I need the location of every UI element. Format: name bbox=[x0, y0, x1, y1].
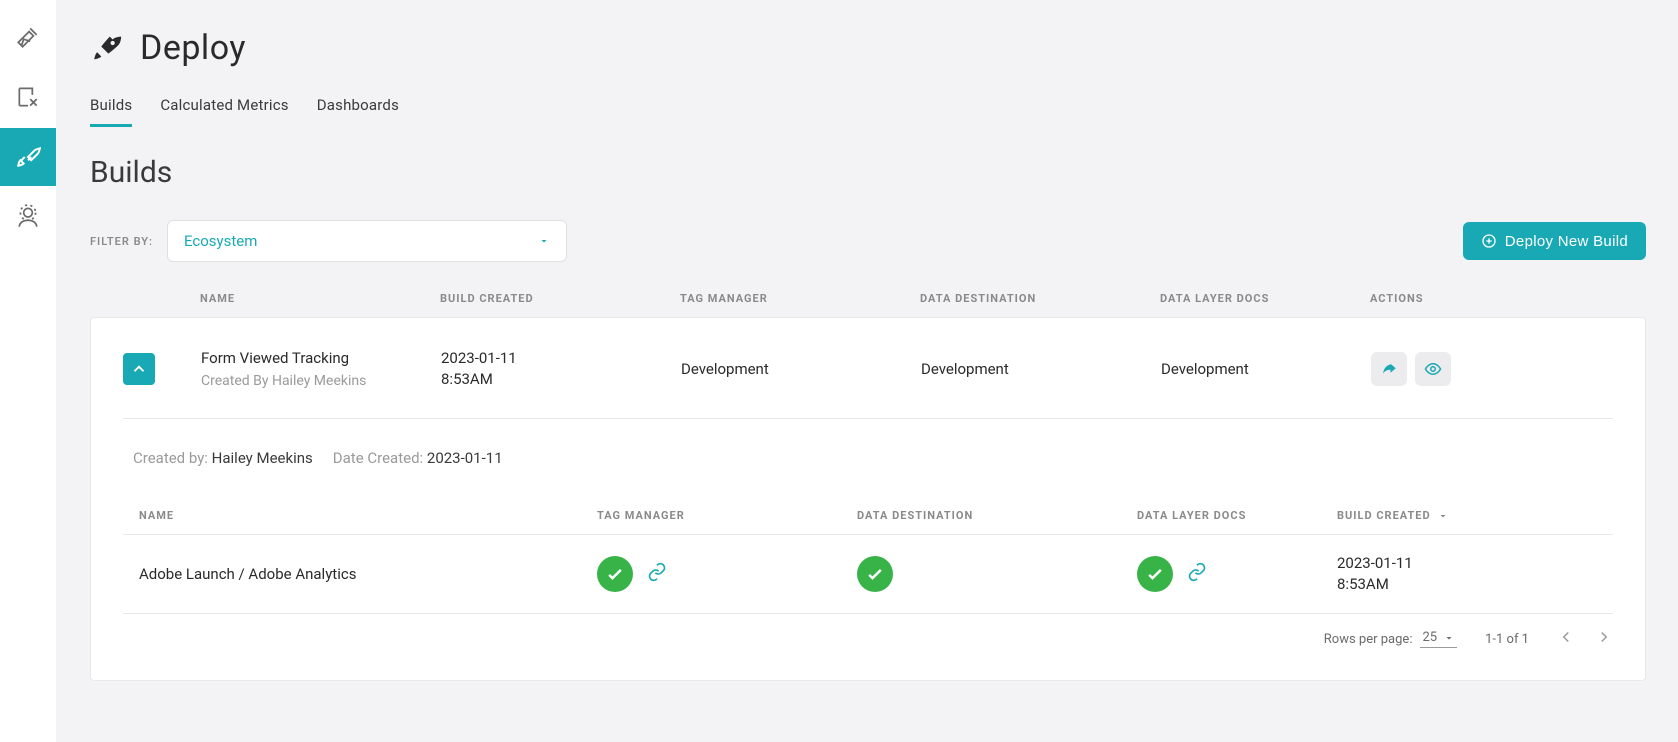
col-actions: ACTIONS bbox=[1370, 292, 1646, 305]
sidebar-item-design[interactable] bbox=[0, 8, 56, 66]
date-created-value: 2023-01-11 bbox=[427, 449, 503, 467]
caret-down-icon bbox=[538, 232, 550, 251]
build-data-destination: Development bbox=[921, 359, 1161, 380]
toolbar: FILTER BY: Ecosystem Deploy New Build bbox=[90, 220, 1646, 262]
created-by-label: Created by: bbox=[133, 449, 208, 467]
expand-toggle-button[interactable] bbox=[123, 353, 155, 385]
subcol-build-created[interactable]: BUILD CREATED bbox=[1337, 509, 1597, 522]
rocket-icon bbox=[15, 144, 41, 170]
next-page-button[interactable] bbox=[1595, 628, 1613, 650]
share-icon bbox=[1380, 360, 1398, 378]
sidebar-item-edit[interactable] bbox=[0, 68, 56, 126]
chevron-left-icon bbox=[1557, 628, 1575, 646]
subtable-row: Adobe Launch / Adobe Analytics bbox=[123, 535, 1613, 614]
tabs: Builds Calculated Metrics Dashboards bbox=[90, 96, 1646, 127]
edit-document-icon bbox=[15, 84, 41, 110]
subtable-header: NAME TAG MANAGER DATA DESTINATION DATA L… bbox=[123, 497, 1613, 535]
subcol-name: NAME bbox=[139, 509, 597, 522]
deploy-button-label: Deploy New Build bbox=[1505, 233, 1628, 250]
link-icon bbox=[1187, 562, 1207, 582]
page-title: Deploy bbox=[140, 28, 246, 68]
main-content: Deploy Builds Calculated Metrics Dashboa… bbox=[56, 0, 1678, 742]
status-check bbox=[1137, 556, 1173, 592]
table-row: Form Viewed Tracking Created By Hailey M… bbox=[123, 318, 1613, 419]
build-created-at: 2023-01-11 8:53AM bbox=[441, 348, 681, 390]
build-data-layer-docs: Development bbox=[1161, 359, 1371, 380]
build-details-meta: Created by: Hailey Meekins Date Created:… bbox=[123, 419, 1613, 497]
check-icon bbox=[605, 564, 625, 584]
date-created-label: Date Created: bbox=[333, 449, 423, 467]
rows-per-page-label: Rows per page: bbox=[1324, 632, 1413, 647]
pagination-range: 1-1 of 1 bbox=[1485, 632, 1529, 647]
sidebar-item-deploy[interactable] bbox=[0, 128, 56, 186]
chevron-up-icon bbox=[130, 360, 148, 378]
actions-cell bbox=[1371, 352, 1613, 386]
sub-tag-manager-cell bbox=[597, 556, 857, 592]
filter-ecosystem-select[interactable]: Ecosystem bbox=[167, 220, 567, 262]
sub-row-name: Adobe Launch / Adobe Analytics bbox=[139, 565, 597, 583]
sidebar bbox=[0, 0, 56, 742]
page-header: Deploy bbox=[90, 28, 1646, 68]
filter-row: FILTER BY: Ecosystem bbox=[90, 220, 567, 262]
build-tag-manager: Development bbox=[681, 359, 921, 380]
sub-data-destination-cell bbox=[857, 556, 1137, 592]
docs-link[interactable] bbox=[1187, 562, 1207, 586]
tab-dashboards[interactable]: Dashboards bbox=[317, 96, 399, 127]
col-data-destination: DATA DESTINATION bbox=[920, 292, 1160, 305]
eye-icon bbox=[1424, 360, 1442, 378]
tag-manager-link[interactable] bbox=[647, 562, 667, 586]
link-icon bbox=[647, 562, 667, 582]
pencil-ruler-icon bbox=[15, 24, 41, 50]
pager-controls bbox=[1557, 628, 1613, 650]
pagination: Rows per page: 25 1-1 of 1 bbox=[123, 614, 1613, 650]
check-icon bbox=[865, 564, 885, 584]
status-check bbox=[857, 556, 893, 592]
rocket-icon bbox=[90, 31, 124, 65]
caret-down-icon bbox=[1443, 632, 1455, 644]
build-created-by: Created By Hailey Meekins bbox=[201, 373, 441, 389]
share-button[interactable] bbox=[1371, 352, 1407, 386]
col-build-created: BUILD CREATED bbox=[440, 292, 680, 305]
col-data-layer-docs: DATA LAYER DOCS bbox=[1160, 292, 1370, 305]
filter-value: Ecosystem bbox=[184, 232, 257, 250]
prev-page-button[interactable] bbox=[1557, 628, 1575, 650]
status-check bbox=[597, 556, 633, 592]
build-name: Form Viewed Tracking bbox=[201, 349, 441, 367]
section-title: Builds bbox=[90, 155, 1646, 190]
tab-calculated-metrics[interactable]: Calculated Metrics bbox=[160, 96, 288, 127]
view-button[interactable] bbox=[1415, 352, 1451, 386]
subcol-tag-manager: TAG MANAGER bbox=[597, 509, 857, 522]
rows-per-page: Rows per page: 25 bbox=[1324, 630, 1457, 648]
chevron-right-icon bbox=[1595, 628, 1613, 646]
rows-per-page-select[interactable]: 25 bbox=[1420, 630, 1457, 648]
deploy-new-build-button[interactable]: Deploy New Build bbox=[1463, 222, 1646, 260]
col-tag-manager: TAG MANAGER bbox=[680, 292, 920, 305]
astronaut-icon bbox=[15, 204, 41, 230]
subcol-data-layer-docs: DATA LAYER DOCS bbox=[1137, 509, 1337, 522]
plus-circle-icon bbox=[1481, 233, 1497, 249]
builds-table-header: NAME BUILD CREATED TAG MANAGER DATA DEST… bbox=[90, 292, 1646, 317]
created-by-value: Hailey Meekins bbox=[212, 449, 313, 467]
filter-label: FILTER BY: bbox=[90, 235, 153, 248]
sort-desc-icon bbox=[1437, 510, 1449, 522]
sub-row-created: 2023-01-11 8:53AM bbox=[1337, 553, 1597, 595]
col-name: NAME bbox=[200, 292, 440, 305]
tab-builds[interactable]: Builds bbox=[90, 96, 132, 127]
sidebar-item-user[interactable] bbox=[0, 188, 56, 246]
subcol-data-destination: DATA DESTINATION bbox=[857, 509, 1137, 522]
rows-per-page-value: 25 bbox=[1422, 630, 1437, 645]
sub-data-layer-docs-cell bbox=[1137, 556, 1337, 592]
check-icon bbox=[1145, 564, 1165, 584]
build-card: Form Viewed Tracking Created By Hailey M… bbox=[90, 317, 1646, 681]
